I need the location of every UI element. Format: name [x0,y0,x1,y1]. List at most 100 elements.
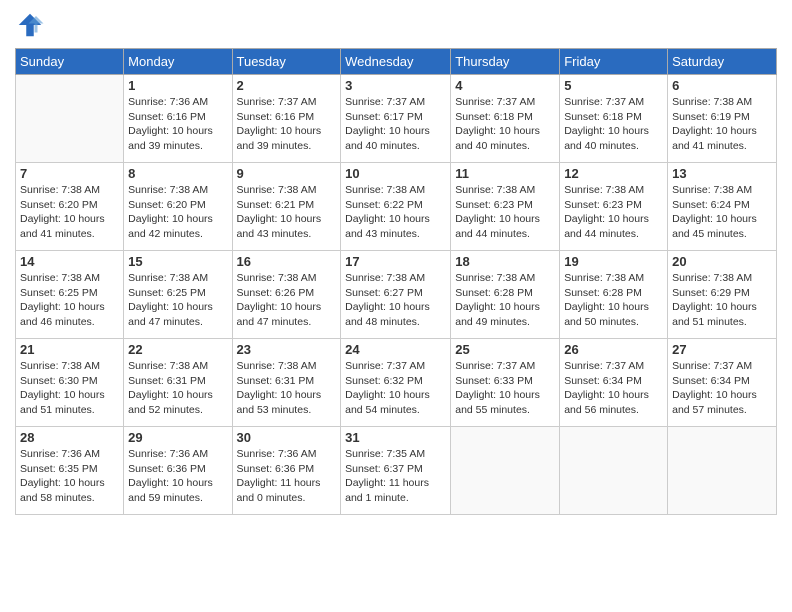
day-info: Sunrise: 7:38 AM Sunset: 6:27 PM Dayligh… [345,271,446,330]
day-number: 15 [128,254,227,269]
day-number: 20 [672,254,772,269]
day-number: 6 [672,78,772,93]
calendar-cell: 8 Sunrise: 7:38 AM Sunset: 6:20 PM Daylig… [124,163,232,251]
day-info: Sunrise: 7:37 AM Sunset: 6:17 PM Dayligh… [345,95,446,154]
calendar-cell: 22 Sunrise: 7:38 AM Sunset: 6:31 PM Dayli… [124,339,232,427]
header [15,10,777,40]
day-info: Sunrise: 7:38 AM Sunset: 6:31 PM Dayligh… [128,359,227,418]
calendar-cell: 9Sunrise: 7:38 AM Sunset: 6:21 PM Daylig… [232,163,341,251]
header-row: SundayMondayTuesdayWednesdayThursdayFrid… [16,49,777,75]
calendar-cell: 2 Sunrise: 7:37 AM Sunset: 6:16 PM Daylig… [232,75,341,163]
calendar-cell: 15 Sunrise: 7:38 AM Sunset: 6:25 PM Dayli… [124,251,232,339]
day-number: 22 [128,342,227,357]
day-number: 16 [237,254,337,269]
calendar-cell: 30 Sunrise: 7:36 AM Sunset: 6:36 PM Dayli… [232,427,341,515]
day-number: 21 [20,342,119,357]
calendar-cell: 25Sunrise: 7:37 AM Sunset: 6:33 PM Dayli… [451,339,560,427]
calendar-cell [668,427,777,515]
day-info: Sunrise: 7:38 AM Sunset: 6:23 PM Dayligh… [564,183,663,242]
calendar-cell: 29 Sunrise: 7:36 AM Sunset: 6:36 PM Dayli… [124,427,232,515]
week-row-2: 7 Sunrise: 7:38 AM Sunset: 6:20 PM Daylig… [16,163,777,251]
day-header-tuesday: Tuesday [232,49,341,75]
day-number: 13 [672,166,772,181]
day-info: Sunrise: 7:38 AM Sunset: 6:29 PM Dayligh… [672,271,772,330]
day-info: Sunrise: 7:38 AM Sunset: 6:30 PM Dayligh… [20,359,119,418]
day-info: Sunrise: 7:38 AM Sunset: 6:20 PM Dayligh… [128,183,227,242]
calendar-cell: 5Sunrise: 7:37 AM Sunset: 6:18 PM Daylig… [560,75,668,163]
day-info: Sunrise: 7:37 AM Sunset: 6:18 PM Dayligh… [455,95,555,154]
calendar-cell: 24Sunrise: 7:37 AM Sunset: 6:32 PM Dayli… [341,339,451,427]
day-number: 27 [672,342,772,357]
day-info: Sunrise: 7:36 AM Sunset: 6:36 PM Dayligh… [128,447,227,506]
day-info: Sunrise: 7:37 AM Sunset: 6:34 PM Dayligh… [672,359,772,418]
day-header-friday: Friday [560,49,668,75]
day-number: 4 [455,78,555,93]
calendar-cell [560,427,668,515]
calendar-cell [16,75,124,163]
day-number: 1 [128,78,227,93]
calendar-cell: 13 Sunrise: 7:38 AM Sunset: 6:24 PM Dayli… [668,163,777,251]
calendar-page: SundayMondayTuesdayWednesdayThursdayFrid… [0,0,792,612]
day-info: Sunrise: 7:35 AM Sunset: 6:37 PM Dayligh… [345,447,446,506]
day-info: Sunrise: 7:38 AM Sunset: 6:23 PM Dayligh… [455,183,555,242]
day-header-saturday: Saturday [668,49,777,75]
day-info: Sunrise: 7:36 AM Sunset: 6:36 PM Dayligh… [237,447,337,506]
calendar-cell: 19 Sunrise: 7:38 AM Sunset: 6:28 PM Dayli… [560,251,668,339]
day-info: Sunrise: 7:37 AM Sunset: 6:18 PM Dayligh… [564,95,663,154]
day-header-sunday: Sunday [16,49,124,75]
day-info: Sunrise: 7:37 AM Sunset: 6:34 PM Dayligh… [564,359,663,418]
day-info: Sunrise: 7:38 AM Sunset: 6:25 PM Dayligh… [128,271,227,330]
day-number: 3 [345,78,446,93]
day-number: 10 [345,166,446,181]
day-header-thursday: Thursday [451,49,560,75]
day-header-monday: Monday [124,49,232,75]
calendar-cell: 7 Sunrise: 7:38 AM Sunset: 6:20 PM Daylig… [16,163,124,251]
calendar-cell: 4 Sunrise: 7:37 AM Sunset: 6:18 PM Daylig… [451,75,560,163]
calendar-cell: 27 Sunrise: 7:37 AM Sunset: 6:34 PM Dayli… [668,339,777,427]
calendar-cell: 21 Sunrise: 7:38 AM Sunset: 6:30 PM Dayli… [16,339,124,427]
day-number: 23 [237,342,337,357]
day-number: 28 [20,430,119,445]
day-info: Sunrise: 7:38 AM Sunset: 6:31 PM Dayligh… [237,359,337,418]
day-number: 14 [20,254,119,269]
day-info: Sunrise: 7:38 AM Sunset: 6:28 PM Dayligh… [564,271,663,330]
week-row-1: 1 Sunrise: 7:36 AM Sunset: 6:16 PM Daylig… [16,75,777,163]
calendar-cell [451,427,560,515]
calendar-cell: 1 Sunrise: 7:36 AM Sunset: 6:16 PM Daylig… [124,75,232,163]
day-number: 25 [455,342,555,357]
calendar-cell: 31 Sunrise: 7:35 AM Sunset: 6:37 PM Dayli… [341,427,451,515]
day-info: Sunrise: 7:38 AM Sunset: 6:26 PM Dayligh… [237,271,337,330]
day-number: 31 [345,430,446,445]
calendar-cell: 18 Sunrise: 7:38 AM Sunset: 6:28 PM Dayli… [451,251,560,339]
day-number: 2 [237,78,337,93]
logo [15,10,49,40]
day-number: 17 [345,254,446,269]
day-number: 8 [128,166,227,181]
day-info: Sunrise: 7:38 AM Sunset: 6:24 PM Dayligh… [672,183,772,242]
day-info: Sunrise: 7:38 AM Sunset: 6:21 PM Dayligh… [237,183,337,242]
calendar-cell: 14 Sunrise: 7:38 AM Sunset: 6:25 PM Dayli… [16,251,124,339]
calendar-cell: 10 Sunrise: 7:38 AM Sunset: 6:22 PM Dayli… [341,163,451,251]
calendar-cell: 20 Sunrise: 7:38 AM Sunset: 6:29 PM Dayli… [668,251,777,339]
day-info: Sunrise: 7:38 AM Sunset: 6:28 PM Dayligh… [455,271,555,330]
calendar-cell: 23 Sunrise: 7:38 AM Sunset: 6:31 PM Dayli… [232,339,341,427]
day-header-wednesday: Wednesday [341,49,451,75]
day-info: Sunrise: 7:37 AM Sunset: 6:32 PM Dayligh… [345,359,446,418]
day-number: 29 [128,430,227,445]
day-info: Sunrise: 7:38 AM Sunset: 6:22 PM Dayligh… [345,183,446,242]
day-info: Sunrise: 7:38 AM Sunset: 6:25 PM Dayligh… [20,271,119,330]
week-row-3: 14 Sunrise: 7:38 AM Sunset: 6:25 PM Dayli… [16,251,777,339]
day-number: 12 [564,166,663,181]
day-info: Sunrise: 7:37 AM Sunset: 6:16 PM Dayligh… [237,95,337,154]
day-number: 30 [237,430,337,445]
calendar-cell: 6 Sunrise: 7:38 AM Sunset: 6:19 PM Daylig… [668,75,777,163]
day-info: Sunrise: 7:38 AM Sunset: 6:20 PM Dayligh… [20,183,119,242]
day-info: Sunrise: 7:38 AM Sunset: 6:19 PM Dayligh… [672,95,772,154]
day-number: 19 [564,254,663,269]
day-number: 7 [20,166,119,181]
calendar-cell: 16 Sunrise: 7:38 AM Sunset: 6:26 PM Dayli… [232,251,341,339]
day-number: 26 [564,342,663,357]
day-info: Sunrise: 7:36 AM Sunset: 6:16 PM Dayligh… [128,95,227,154]
week-row-5: 28Sunrise: 7:36 AM Sunset: 6:35 PM Dayli… [16,427,777,515]
day-number: 18 [455,254,555,269]
